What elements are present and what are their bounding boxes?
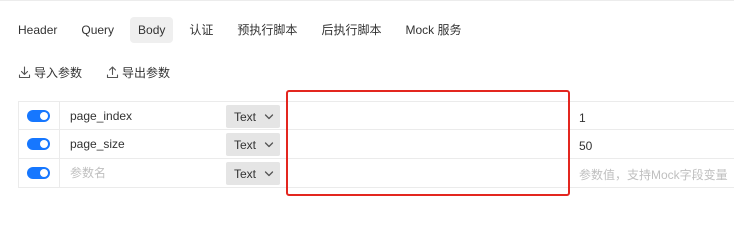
request-tabs: Header Query Body 认证 预执行脚本 后执行脚本 Mock 服务 bbox=[10, 17, 477, 43]
param-type-label: Text bbox=[234, 166, 257, 181]
param-value[interactable]: 50 bbox=[579, 130, 734, 159]
param-enabled-toggle[interactable] bbox=[27, 110, 50, 122]
param-description-cell[interactable] bbox=[286, 102, 570, 131]
tab-body[interactable]: Body bbox=[130, 17, 174, 43]
param-type-label: Text bbox=[234, 137, 257, 152]
export-params-label: 导出参数 bbox=[122, 65, 171, 80]
export-icon bbox=[106, 65, 119, 78]
param-value[interactable]: 1 bbox=[579, 102, 734, 131]
top-divider bbox=[0, 0, 734, 1]
table-row: page_index Text 1 bbox=[18, 101, 734, 130]
tab-post-script[interactable]: 后执行脚本 bbox=[313, 17, 389, 43]
param-type-select[interactable]: Text bbox=[226, 105, 280, 128]
param-name[interactable]: page_size bbox=[70, 130, 125, 159]
table-row-new: 参数名 Text 参数值，支持Mock字段变量 bbox=[18, 159, 734, 188]
chevron-down-icon bbox=[264, 171, 274, 177]
param-description-cell[interactable] bbox=[286, 159, 570, 188]
param-type-label: Text bbox=[234, 109, 257, 124]
param-description-cell[interactable] bbox=[286, 130, 570, 159]
export-params-button[interactable]: 导出参数 bbox=[106, 64, 170, 81]
chevron-down-icon bbox=[264, 114, 274, 120]
param-name-input[interactable]: 参数名 bbox=[70, 159, 106, 188]
import-params-label: 导入参数 bbox=[34, 65, 83, 80]
param-value-input[interactable]: 参数值，支持Mock字段变量 bbox=[579, 159, 734, 188]
param-actions: 导入参数 导出参数 bbox=[18, 62, 194, 82]
table-row: page_size Text 50 bbox=[18, 130, 734, 159]
tab-mock-service[interactable]: Mock 服务 bbox=[397, 17, 469, 43]
toggle-knob bbox=[40, 140, 48, 148]
tab-query[interactable]: Query bbox=[73, 17, 122, 43]
param-enabled-toggle[interactable] bbox=[27, 167, 50, 179]
param-type-select[interactable]: Text bbox=[226, 162, 280, 185]
params-table: page_index Text 1 page_size Text 50 参数名 … bbox=[18, 101, 734, 188]
chevron-down-icon bbox=[264, 142, 274, 148]
tab-auth[interactable]: 认证 bbox=[181, 17, 221, 43]
tab-pre-script[interactable]: 预执行脚本 bbox=[229, 17, 305, 43]
param-name[interactable]: page_index bbox=[70, 102, 132, 131]
param-type-select[interactable]: Text bbox=[226, 133, 280, 156]
import-params-button[interactable]: 导入参数 bbox=[18, 64, 82, 81]
tab-header[interactable]: Header bbox=[10, 17, 65, 43]
toggle-knob bbox=[40, 112, 48, 120]
toggle-knob bbox=[40, 169, 48, 177]
import-icon bbox=[18, 65, 31, 78]
param-enabled-toggle[interactable] bbox=[27, 138, 50, 150]
